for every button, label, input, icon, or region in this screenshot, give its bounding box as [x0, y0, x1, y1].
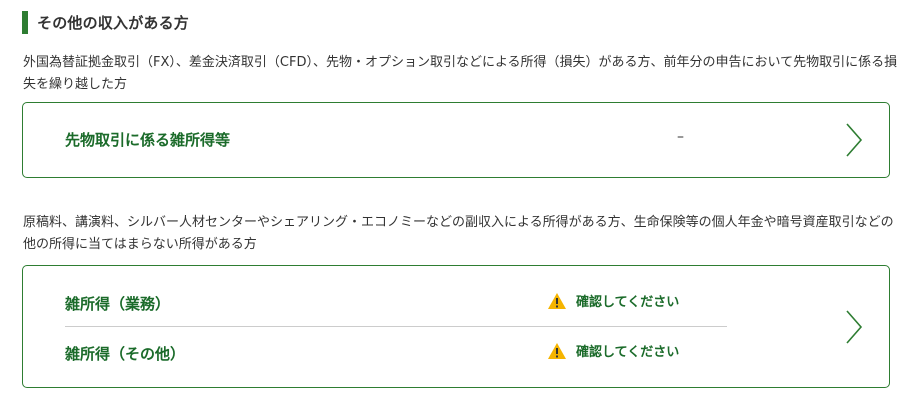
misc-income-business-label: 雑所得（業務）: [65, 295, 171, 313]
row-divider: [65, 326, 727, 327]
misc-income-other-label: 雑所得（その他）: [65, 345, 186, 363]
group1-description: 外国為替証拠金取引（FX）、差金決済取引（CFD）、先物・オプション取引などによ…: [23, 55, 898, 92]
futures-income-label: 先物取引に係る雑所得等: [65, 131, 231, 149]
futures-income-value: –: [677, 129, 684, 145]
futures-income-card[interactable]: 先物取引に係る雑所得等 –: [22, 102, 890, 178]
misc-income-card[interactable]: 雑所得（業務） 確認してください 雑所得（その他） 確認してください: [22, 265, 890, 388]
misc-income-other-status: 確認してください: [547, 341, 679, 360]
chevron-right-icon[interactable]: [845, 122, 863, 158]
warning-icon: [548, 292, 566, 309]
status-text: 確認してください: [576, 345, 680, 360]
section-title: その他の収入がある方: [37, 13, 190, 32]
misc-income-business-status: 確認してください: [547, 291, 679, 310]
warning-icon: [548, 342, 566, 359]
chevron-right-icon[interactable]: [845, 309, 863, 345]
section-accent-bar: [22, 10, 28, 34]
status-text: 確認してください: [576, 295, 680, 310]
group2-description: 原稿料、講演料、シルバー人材センターやシェアリング・エコノミーなどの副収入による…: [23, 215, 894, 252]
section-header: その他の収入がある方: [22, 10, 189, 34]
